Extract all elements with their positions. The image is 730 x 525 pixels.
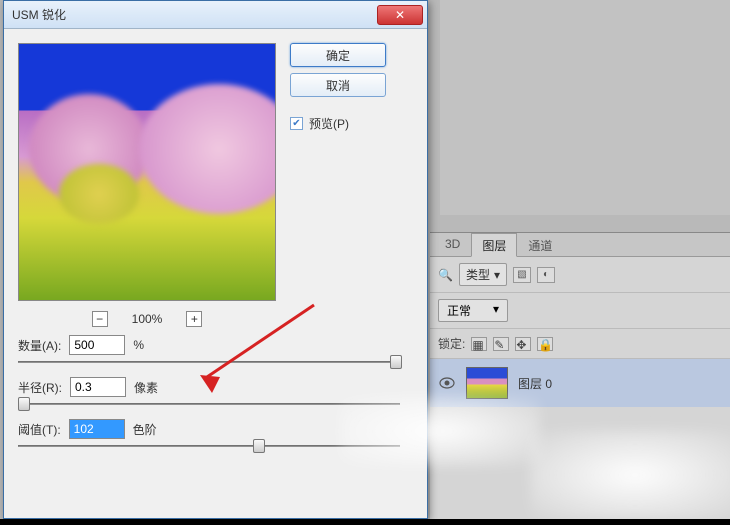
visibility-eye-icon[interactable] [438,376,456,390]
zoom-in-button[interactable]: + [186,311,202,327]
preview-image[interactable] [18,43,276,301]
lock-row: 锁定: ▦ ✎ ✥ 🔒 [430,329,730,359]
amount-row: 数量(A): % [18,335,416,355]
tab-layers[interactable]: 图层 [471,233,517,257]
preview-checkbox[interactable]: ✔ [290,117,303,130]
ok-button[interactable]: 确定 [290,43,386,67]
amount-slider-thumb[interactable] [390,355,402,369]
filter-pixel-icon[interactable]: ▧ [513,267,531,283]
black-border [0,519,730,525]
lock-pixels-icon[interactable]: ✎ [493,337,509,351]
layer-thumbnail[interactable] [466,367,508,399]
preview-content [139,84,276,214]
lock-label: 锁定: [438,335,465,352]
chevron-down-icon: ▾ [493,302,499,319]
smudge-overlay [340,396,540,466]
radius-unit: 像素 [134,379,158,396]
dialog-titlebar[interactable]: USM 锐化 ✕ [4,1,427,29]
zoom-level-label: 100% [132,312,163,326]
zoom-out-button[interactable]: − [92,311,108,327]
close-button[interactable]: ✕ [377,5,423,25]
preview-column: − 100% + [18,43,276,327]
threshold-label: 阈值(T): [18,421,61,438]
threshold-unit: 色阶 [133,421,157,438]
threshold-slider-thumb[interactable] [253,439,265,453]
cancel-button[interactable]: 取消 [290,73,386,97]
dialog-title: USM 锐化 [12,6,66,23]
filter-adjust-icon[interactable]: ◐ [537,267,555,283]
preview-content [59,164,139,224]
lock-transparent-icon[interactable]: ▦ [471,337,487,351]
canvas-area [440,0,730,215]
dialog-body: − 100% + 确定 取消 ✔ 预览(P) [4,29,427,341]
amount-slider[interactable] [18,361,400,363]
blend-mode-value: 正常 [447,302,471,319]
tab-3d[interactable]: 3D [434,233,471,256]
smudge-overlay [530,430,730,520]
radius-label: 半径(R): [18,379,62,396]
close-icon: ✕ [395,8,405,22]
threshold-input[interactable] [69,419,125,439]
blend-row: 正常 ▾ [430,293,730,329]
lock-position-icon[interactable]: ✥ [515,337,531,351]
preview-checkbox-row[interactable]: ✔ 预览(P) [290,115,386,132]
tab-channels[interactable]: 通道 [517,233,563,256]
amount-unit: % [133,338,144,352]
kind-label: 类型 [466,266,490,283]
radius-row: 半径(R): 像素 [18,377,416,397]
preview-checkbox-label: 预览(P) [309,115,349,132]
layer-filter-row: 🔍 类型 ▾ ▧ ◐ [430,257,730,293]
amount-input[interactable] [69,335,125,355]
amount-label: 数量(A): [18,337,61,354]
panel-tab-strip: 3D 图层 通道 [430,233,730,257]
radius-slider-thumb[interactable] [18,397,30,411]
lock-all-icon[interactable]: 🔒 [537,337,553,351]
radius-input[interactable] [70,377,126,397]
layer-name-label[interactable]: 图层 0 [518,375,552,392]
kind-dropdown[interactable]: 类型 ▾ [459,263,507,286]
blend-mode-dropdown[interactable]: 正常 ▾ [438,299,508,322]
dialog-buttons-column: 确定 取消 ✔ 预览(P) [290,43,386,327]
zoom-controls: − 100% + [92,311,203,327]
chevron-down-icon: ▾ [494,268,500,282]
filter-icon: 🔍 [438,268,453,282]
